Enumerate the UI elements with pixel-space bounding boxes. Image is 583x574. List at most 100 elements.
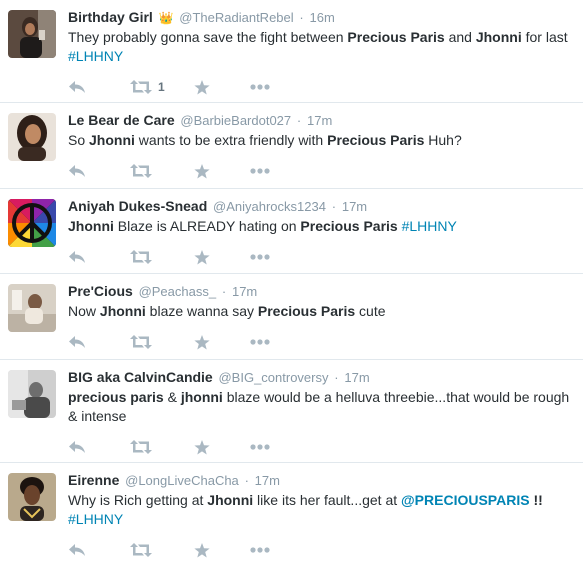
retweet-button[interactable]: 1 — [130, 77, 194, 97]
reply-button[interactable] — [68, 437, 130, 457]
timestamp[interactable]: 17m — [255, 473, 280, 488]
highlighted-term: Precious Paris — [257, 303, 356, 319]
user-name[interactable]: Eirenne — [68, 472, 119, 488]
tweet[interactable]: Eirenne @LongLiveChaCha · 17m Why is Ric… — [0, 463, 583, 567]
reply-button[interactable] — [68, 161, 130, 181]
star-icon — [194, 542, 210, 558]
text-segment: blaze wanna say — [145, 303, 258, 319]
separator-dot: · — [334, 370, 339, 385]
user-handle[interactable]: @Peachass_ — [139, 284, 217, 299]
retweet-icon — [130, 250, 152, 264]
avatar[interactable] — [8, 199, 56, 247]
hashtag-link[interactable]: #LHHNY — [68, 48, 123, 64]
avatar[interactable] — [8, 370, 56, 418]
text-segment: Now — [68, 303, 100, 319]
tweet[interactable]: BIG aka CalvinCandie @BIG_controversy · … — [0, 360, 583, 463]
more-button[interactable] — [250, 247, 280, 267]
user-name[interactable]: Birthday Girl — [68, 9, 153, 25]
retweet-button[interactable] — [130, 161, 194, 181]
tweet-text: They probably gonna save the fight betwe… — [68, 28, 573, 66]
avatar[interactable] — [8, 10, 56, 58]
user-handle[interactable]: @LongLiveChaCha — [125, 473, 239, 488]
more-icon — [250, 84, 270, 90]
highlighted-term: Precious Paris — [300, 218, 398, 234]
separator-dot: · — [296, 113, 302, 128]
reply-icon — [68, 543, 86, 557]
highlighted-term: Jhonni — [89, 132, 135, 148]
hashtag-link[interactable]: #LHHNY — [68, 511, 123, 527]
tweet-timeline: Birthday Girl 👑 @TheRadiantRebel · 16m T… — [0, 0, 583, 567]
tweet-header: BIG aka CalvinCandie @BIG_controversy · … — [68, 368, 573, 387]
tweet-actions — [68, 325, 573, 359]
timestamp[interactable]: 16m — [310, 10, 335, 25]
retweet-button[interactable] — [130, 332, 194, 352]
reply-icon — [68, 440, 86, 454]
reply-button[interactable] — [68, 332, 130, 352]
more-button[interactable] — [250, 332, 280, 352]
favorite-button[interactable] — [194, 77, 250, 97]
mention-link[interactable]: @PRECIOUSPARIS — [401, 492, 530, 508]
text-segment: Why is Rich getting at — [68, 492, 208, 508]
favorite-button[interactable] — [194, 332, 250, 352]
reply-icon — [68, 80, 86, 94]
user-handle[interactable]: @Aniyahrocks1234 — [213, 199, 326, 214]
highlighted-term: Jhonni — [475, 29, 522, 45]
retweet-icon — [130, 543, 152, 557]
avatar[interactable] — [8, 113, 56, 161]
favorite-button[interactable] — [194, 437, 250, 457]
user-handle[interactable]: @BIG_controversy — [218, 370, 328, 385]
text-segment: So — [68, 132, 90, 148]
reply-button[interactable] — [68, 77, 130, 97]
tweet-text: Why is Rich getting at Jhonni like its h… — [68, 491, 573, 529]
more-button[interactable] — [250, 540, 280, 560]
tweet-actions — [68, 154, 573, 188]
user-name[interactable]: BIG aka CalvinCandie — [68, 369, 213, 385]
timestamp[interactable]: 17m — [232, 284, 257, 299]
timestamp[interactable]: 17m — [307, 113, 332, 128]
tweet[interactable]: Aniyah Dukes-Snead @Aniyahrocks1234 · 17… — [0, 189, 583, 274]
tweet-text: Jhonni Blaze is ALREADY hating on Precio… — [68, 217, 573, 236]
tweet-header: Birthday Girl 👑 @TheRadiantRebel · 16m — [68, 8, 573, 27]
highlighted-term: Precious Paris — [327, 132, 425, 148]
text-segment: Huh? — [424, 132, 462, 148]
tweet-text: precious paris & jhonni blaze would be a… — [68, 388, 573, 426]
tweet-header: Aniyah Dukes-Snead @Aniyahrocks1234 · 17… — [68, 197, 573, 216]
text-segment: wants to be extra friendly with — [134, 132, 328, 148]
text-segment: and — [444, 29, 476, 45]
tweet-text: Now Jhonni blaze wanna say Precious Pari… — [68, 302, 573, 321]
tweet[interactable]: Pre'Cious @Peachass_ · 17m Now Jhonni bl… — [0, 274, 583, 360]
timestamp[interactable]: 17m — [344, 370, 369, 385]
tweet[interactable]: Le Bear de Care @BarbieBardot027 · 17m S… — [0, 103, 583, 189]
avatar[interactable] — [8, 284, 56, 332]
more-button[interactable] — [250, 161, 280, 181]
user-name[interactable]: Aniyah Dukes-Snead — [68, 198, 207, 214]
highlighted-term: !! — [529, 492, 543, 508]
user-name[interactable]: Le Bear de Care — [68, 112, 175, 128]
timestamp[interactable]: 17m — [342, 199, 367, 214]
tweet[interactable]: Birthday Girl 👑 @TheRadiantRebel · 16m T… — [0, 0, 583, 103]
more-button[interactable] — [250, 77, 280, 97]
reply-button[interactable] — [68, 247, 130, 267]
tweet-header: Eirenne @LongLiveChaCha · 17m — [68, 471, 573, 490]
user-name[interactable]: Pre'Cious — [68, 283, 133, 299]
favorite-button[interactable] — [194, 540, 250, 560]
retweet-button[interactable] — [130, 247, 194, 267]
user-handle[interactable]: @BarbieBardot027 — [180, 113, 291, 128]
hashtag-link[interactable]: #LHHNY — [402, 218, 457, 234]
avatar[interactable] — [8, 473, 56, 521]
more-icon — [250, 444, 270, 450]
favorite-button[interactable] — [194, 247, 250, 267]
star-icon — [194, 334, 210, 350]
more-button[interactable] — [250, 437, 280, 457]
retweet-button[interactable] — [130, 540, 194, 560]
star-icon — [194, 439, 210, 455]
user-handle[interactable]: @TheRadiantRebel — [179, 10, 293, 25]
tweet-actions — [68, 240, 573, 274]
text-segment: cute — [355, 303, 386, 319]
reply-button[interactable] — [68, 540, 130, 560]
separator-dot: · — [331, 199, 337, 214]
text-segment: & — [163, 389, 181, 405]
retweet-icon — [130, 335, 152, 349]
favorite-button[interactable] — [194, 161, 250, 181]
retweet-button[interactable] — [130, 437, 194, 457]
